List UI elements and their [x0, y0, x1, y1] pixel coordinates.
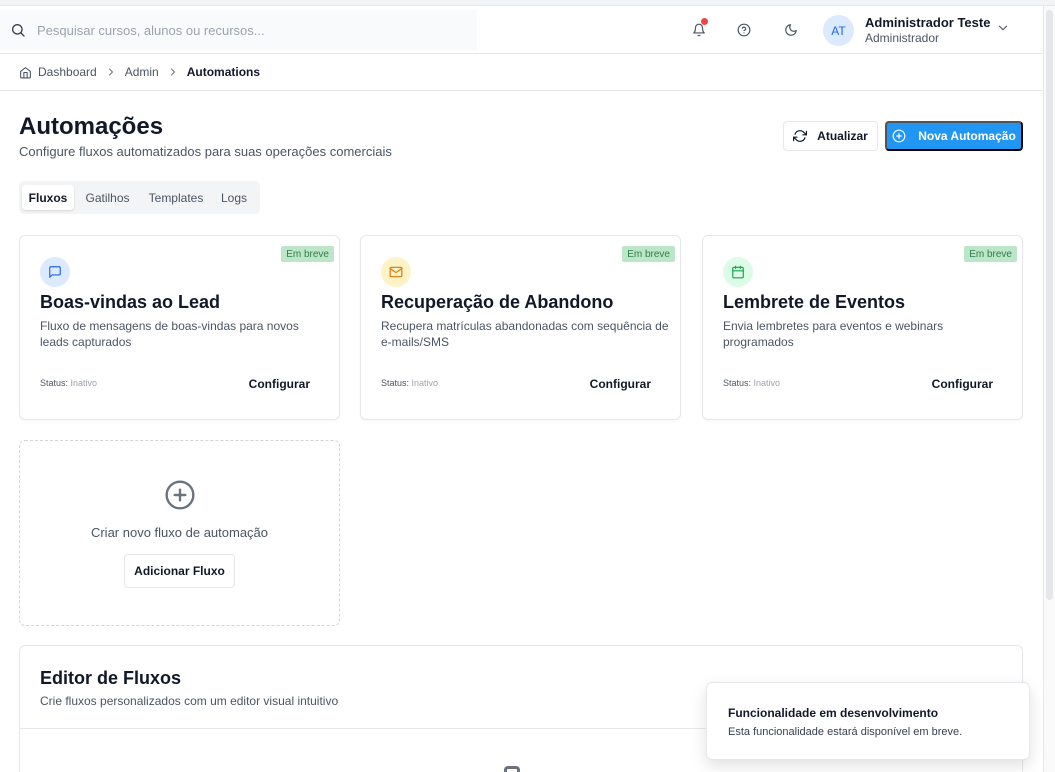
automation-card: Em breve Recuperação de Abandono Recuper… [360, 235, 681, 420]
card-status: Status: Inativo [381, 378, 438, 388]
tab-list: Fluxos Gatilhos Templates Logs [19, 181, 260, 214]
breadcrumb: Dashboard Admin Automations [0, 54, 1043, 91]
configure-button[interactable]: Configurar [590, 377, 651, 391]
breadcrumb-admin[interactable]: Admin [125, 65, 159, 79]
new-automation-button[interactable]: Nova Automação [885, 121, 1023, 151]
mail-icon [381, 257, 411, 287]
breadcrumb-current: Automations [186, 65, 261, 79]
notifications-button[interactable] [689, 18, 709, 40]
breadcrumb-dashboard[interactable]: Dashboard [38, 65, 97, 79]
status-label: Status: [723, 378, 752, 388]
card-status: Status: Inativo [40, 378, 97, 388]
tab-gatilhos[interactable]: Gatilhos [78, 185, 137, 210]
moon-icon [785, 24, 797, 36]
search-input[interactable] [37, 22, 437, 38]
search-bar[interactable] [0, 10, 477, 50]
help-button[interactable] [734, 20, 754, 40]
help-circle-icon [737, 23, 751, 37]
status-label: Status: [40, 378, 69, 388]
plus-circle-icon [892, 129, 906, 143]
coming-soon-badge: Em breve [622, 246, 675, 262]
coming-soon-badge: Em breve [964, 246, 1017, 262]
refresh-icon [793, 130, 808, 142]
configure-button[interactable]: Configurar [932, 377, 993, 391]
tab-fluxos[interactable]: Fluxos [22, 185, 74, 210]
scrollbar-thumb[interactable] [1046, 10, 1053, 600]
card-description: Fluxo de mensagens de boas-vindas para n… [40, 319, 299, 349]
chevron-right-icon [167, 66, 179, 78]
refresh-label: Atualizar [817, 129, 868, 143]
toast-title: Funcionalidade em desenvolvimento [728, 706, 939, 720]
card-description: Envia lembretes para eventos e webinars … [723, 319, 944, 349]
page-subtitle: Configure fluxos automatizados para suas… [19, 144, 392, 159]
theme-toggle-button[interactable] [781, 20, 801, 40]
card-description: Recupera matrículas abandonadas com sequ… [381, 319, 669, 349]
lock-icon [504, 766, 520, 772]
user-menu-toggle[interactable] [996, 21, 1010, 40]
card-title: Recuperação de Abandono [381, 292, 614, 312]
status-value: Inativo [70, 378, 98, 388]
chevron-right-icon [105, 66, 117, 78]
avatar[interactable]: AT [823, 15, 854, 46]
card-title: Boas-vindas ao Lead [40, 292, 221, 312]
search-icon [12, 24, 25, 37]
top-header: AT Administrador Teste Administrador [0, 6, 1043, 54]
automation-card: Em breve Lembrete de Eventos Envia lembr… [702, 235, 1023, 420]
toast-notification[interactable]: Funcionalidade em desenvolvimento Esta f… [706, 682, 1030, 760]
card-status: Status: Inativo [723, 378, 780, 388]
notification-dot [701, 18, 708, 25]
home-icon [19, 66, 32, 79]
new-flow-text: Criar novo fluxo de automação [90, 525, 269, 540]
status-label: Status: [381, 378, 410, 388]
refresh-button[interactable]: Atualizar [783, 121, 878, 151]
tab-logs[interactable]: Logs [215, 185, 253, 210]
add-flow-button[interactable]: Adicionar Fluxo [124, 554, 235, 588]
editor-subtitle: Crie fluxos personalizados com um editor… [40, 694, 339, 708]
status-value: Inativo [411, 378, 439, 388]
page-title: Automações [19, 113, 164, 140]
toast-description: Esta funcionalidade estará disponível em… [728, 726, 963, 738]
bell-icon [693, 23, 705, 37]
coming-soon-badge: Em breve [281, 246, 334, 262]
chevron-down-icon [998, 25, 1008, 31]
message-square-icon [40, 257, 70, 287]
automation-card: Em breve Boas-vindas ao Lead Fluxo de me… [19, 235, 340, 420]
page-scrollbar[interactable] [1043, 6, 1055, 772]
plus-circle-icon [165, 480, 195, 510]
new-flow-card: Criar novo fluxo de automação Adicionar … [19, 440, 340, 626]
card-title: Lembrete de Eventos [723, 292, 906, 312]
editor-title: Editor de Fluxos [40, 668, 182, 688]
configure-button[interactable]: Configurar [249, 377, 310, 391]
new-automation-label: Nova Automação [918, 129, 1016, 143]
tab-templates[interactable]: Templates [142, 185, 210, 210]
user-role: Administrador [865, 31, 940, 45]
status-value: Inativo [753, 378, 781, 388]
calendar-icon [723, 257, 753, 287]
user-name[interactable]: Administrador Teste [865, 15, 990, 30]
